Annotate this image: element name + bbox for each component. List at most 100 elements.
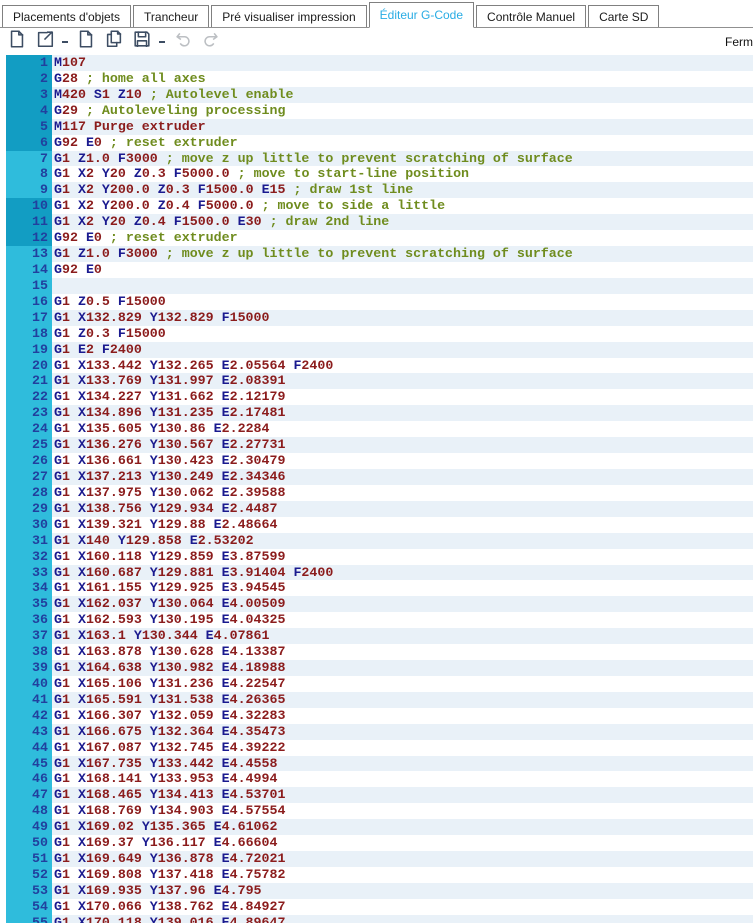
- code-text[interactable]: M420 S1 Z10 ; Autolevel enable: [52, 86, 753, 103]
- code-line[interactable]: 41 G1 X165.591 Y131.538 E4.26365: [0, 691, 753, 708]
- code-line[interactable]: 25 G1 X136.276 Y130.567 E2.27731: [0, 437, 753, 454]
- code-line[interactable]: 51 G1 X169.649 Y136.878 E4.72021: [0, 851, 753, 868]
- code-text[interactable]: G1 X133.769 Y131.997 E2.08391: [52, 373, 753, 390]
- code-text[interactable]: G1 X140 Y129.858 E2.53202: [52, 532, 753, 549]
- code-text[interactable]: G1 X163.878 Y130.628 E4.13387: [52, 644, 753, 661]
- code-line[interactable]: 5 M117 Purge extruder: [0, 118, 753, 135]
- code-text[interactable]: [52, 277, 753, 294]
- code-line[interactable]: 26 G1 X136.661 Y130.423 E2.30479: [0, 453, 753, 469]
- copy-button[interactable]: [102, 30, 125, 53]
- code-line[interactable]: 54 G1 X170.066 Y138.762 E4.84927: [0, 898, 753, 915]
- code-line[interactable]: 48 G1 X168.769 Y134.903 E4.57554: [0, 803, 753, 820]
- code-text[interactable]: G1 Z0.5 F15000: [52, 293, 753, 310]
- code-text[interactable]: G28 ; home all axes: [52, 70, 753, 87]
- code-line[interactable]: 1 M107: [0, 55, 753, 71]
- tab-previsualiser-impression[interactable]: Pré visualiser impression: [211, 5, 367, 27]
- code-text[interactable]: G1 X133.442 Y132.265 E2.05564 F2400: [52, 357, 753, 374]
- code-text[interactable]: G1 Z1.0 F3000 ; move z up little to prev…: [52, 246, 753, 262]
- code-line[interactable]: 33 G1 X160.687 Y129.881 E3.91404 F2400: [0, 564, 753, 581]
- code-line[interactable]: 3 M420 S1 Z10 ; Autolevel enable: [0, 86, 753, 103]
- code-text[interactable]: G1 X134.227 Y131.662 E2.12179: [52, 389, 753, 406]
- code-line[interactable]: 47 G1 X168.465 Y134.413 E4.53701: [0, 787, 753, 804]
- code-text[interactable]: G92 E0: [52, 261, 753, 278]
- code-text[interactable]: G1 X160.118 Y129.859 E3.87599: [52, 548, 753, 565]
- code-text[interactable]: G1 X161.155 Y129.925 E3.94545: [52, 580, 753, 597]
- code-line[interactable]: 27 G1 X137.213 Y130.249 E2.34346: [0, 468, 753, 485]
- code-line[interactable]: 21 G1 X133.769 Y131.997 E2.08391: [0, 373, 753, 390]
- tab-editeur-gcode[interactable]: Éditeur G-Code: [368, 2, 475, 28]
- code-line[interactable]: 45 G1 X167.735 Y133.442 E4.4558: [0, 755, 753, 772]
- code-line[interactable]: 40 G1 X165.106 Y131.236 E4.22547: [0, 675, 753, 692]
- code-text[interactable]: G1 X166.307 Y132.059 E4.32283: [52, 707, 753, 724]
- code-text[interactable]: G1 X165.591 Y131.538 E4.26365: [52, 691, 753, 708]
- code-text[interactable]: G1 X164.638 Y130.982 E4.18988: [52, 660, 753, 676]
- save-button[interactable]: [130, 30, 153, 53]
- tab-controle-manuel[interactable]: Contrôle Manuel: [476, 5, 587, 27]
- code-text[interactable]: G1 X2 Y200.0 Z0.3 F1500.0 E15 ; draw 1st…: [52, 182, 753, 199]
- code-text[interactable]: G1 X168.465 Y134.413 E4.53701: [52, 787, 753, 804]
- code-line[interactable]: 28 G1 X137.975 Y130.062 E2.39588: [0, 484, 753, 501]
- code-text[interactable]: G1 X169.02 Y135.365 E4.61062: [52, 819, 753, 836]
- code-text[interactable]: G1 X169.935 Y137.96 E4.795: [52, 882, 753, 899]
- code-text[interactable]: G1 X137.975 Y130.062 E2.39588: [52, 484, 753, 501]
- undo-button[interactable]: [171, 30, 194, 53]
- code-text[interactable]: G1 X136.661 Y130.423 E2.30479: [52, 453, 753, 469]
- code-text[interactable]: G1 X163.1 Y130.344 E4.07861: [52, 628, 753, 645]
- code-line[interactable]: 37 G1 X163.1 Y130.344 E4.07861: [0, 628, 753, 645]
- code-line[interactable]: 29 G1 X138.756 Y129.934 E2.4487: [0, 500, 753, 517]
- code-line[interactable]: 4 G29 ; Autoleveling processing: [0, 102, 753, 119]
- redo-button[interactable]: [199, 30, 222, 53]
- code-line[interactable]: 46 G1 X168.141 Y133.953 E4.4994: [0, 771, 753, 788]
- gcode-editor[interactable]: 1 M107 2 G28 ; home all axes 3 M420 S1 Z10 ; …: [0, 55, 753, 923]
- code-text[interactable]: G1 X165.106 Y131.236 E4.22547: [52, 675, 753, 692]
- code-line[interactable]: 13 G1 Z1.0 F3000 ; move z up little to pr…: [0, 246, 753, 262]
- code-line[interactable]: 9 G1 X2 Y200.0 Z0.3 F1500.0 E15 ; draw 1s…: [0, 182, 753, 199]
- code-text[interactable]: G1 X137.213 Y130.249 E2.34346: [52, 468, 753, 485]
- code-line[interactable]: 52 G1 X169.808 Y137.418 E4.75782: [0, 867, 753, 883]
- code-text[interactable]: G1 X167.087 Y132.745 E4.39222: [52, 739, 753, 756]
- code-line[interactable]: 34 G1 X161.155 Y129.925 E3.94545: [0, 580, 753, 597]
- code-line[interactable]: 35 G1 X162.037 Y130.064 E4.00509: [0, 596, 753, 613]
- code-text[interactable]: G1 X167.735 Y133.442 E4.4558: [52, 755, 753, 772]
- code-text[interactable]: G1 X168.769 Y134.903 E4.57554: [52, 803, 753, 820]
- code-line[interactable]: 6 G92 E0 ; reset extruder: [0, 134, 753, 151]
- code-text[interactable]: G92 E0 ; reset extruder: [52, 230, 753, 247]
- code-line[interactable]: 30 G1 X139.321 Y129.88 E2.48664: [0, 516, 753, 533]
- code-text[interactable]: G1 X134.896 Y131.235 E2.17481: [52, 405, 753, 422]
- code-line[interactable]: 7 G1 Z1.0 F3000 ; move z up little to pre…: [0, 150, 753, 167]
- code-text[interactable]: G1 X135.605 Y130.86 E2.2284: [52, 421, 753, 438]
- code-line[interactable]: 38 G1 X163.878 Y130.628 E4.13387: [0, 644, 753, 661]
- code-text[interactable]: G1 X162.037 Y130.064 E4.00509: [52, 596, 753, 613]
- code-text[interactable]: G1 X166.675 Y132.364 E4.35473: [52, 723, 753, 740]
- code-text[interactable]: G1 X2 Y200.0 Z0.4 F5000.0 ; move to side…: [52, 198, 753, 215]
- tab-placements-objets[interactable]: Placements d'objets: [2, 5, 132, 27]
- code-text[interactable]: G1 X169.649 Y136.878 E4.72021: [52, 851, 753, 868]
- code-line[interactable]: 32 G1 X160.118 Y129.859 E3.87599: [0, 548, 753, 565]
- code-line[interactable]: 36 G1 X162.593 Y130.195 E4.04325: [0, 612, 753, 629]
- code-line[interactable]: 39 G1 X164.638 Y130.982 E4.18988: [0, 660, 753, 676]
- tab-trancheur[interactable]: Trancheur: [133, 5, 210, 27]
- code-text[interactable]: G1 Z0.3 F15000: [52, 325, 753, 342]
- code-line[interactable]: 19 G1 E2 F2400: [0, 341, 753, 358]
- code-line[interactable]: 44 G1 X167.087 Y132.745 E4.39222: [0, 739, 753, 756]
- code-text[interactable]: G1 X170.118 Y139.016 E4.89647: [52, 914, 753, 923]
- code-text[interactable]: G1 X2 Y20 Z0.3 F5000.0 ; move to start-l…: [52, 166, 753, 183]
- code-line[interactable]: 18 G1 Z0.3 F15000: [0, 325, 753, 342]
- code-line[interactable]: 10 G1 X2 Y200.0 Z0.4 F5000.0 ; move to si…: [0, 198, 753, 215]
- code-line[interactable]: 43 G1 X166.675 Y132.364 E4.35473: [0, 723, 753, 740]
- code-line[interactable]: 11 G1 X2 Y20 Z0.4 F1500.0 E30 ; draw 2nd …: [0, 214, 753, 231]
- new-file-button[interactable]: [5, 30, 28, 53]
- export-gcode-button[interactable]: [33, 30, 56, 53]
- code-text[interactable]: G1 X160.687 Y129.881 E3.91404 F2400: [52, 564, 753, 581]
- code-text[interactable]: M107: [52, 55, 753, 71]
- code-line[interactable]: 15: [0, 277, 753, 294]
- code-text[interactable]: G1 X139.321 Y129.88 E2.48664: [52, 516, 753, 533]
- code-line[interactable]: 17 G1 X132.829 Y132.829 F15000: [0, 309, 753, 326]
- code-text[interactable]: G1 X136.276 Y130.567 E2.27731: [52, 437, 753, 454]
- code-text[interactable]: G1 X169.37 Y136.117 E4.66604: [52, 835, 753, 852]
- code-text[interactable]: M117 Purge extruder: [52, 118, 753, 135]
- code-line[interactable]: 23 G1 X134.896 Y131.235 E2.17481: [0, 405, 753, 422]
- code-line[interactable]: 12 G92 E0 ; reset extruder: [0, 230, 753, 247]
- code-line[interactable]: 8 G1 X2 Y20 Z0.3 F5000.0 ; move to start-…: [0, 166, 753, 183]
- code-line[interactable]: 53 G1 X169.935 Y137.96 E4.795: [0, 882, 753, 899]
